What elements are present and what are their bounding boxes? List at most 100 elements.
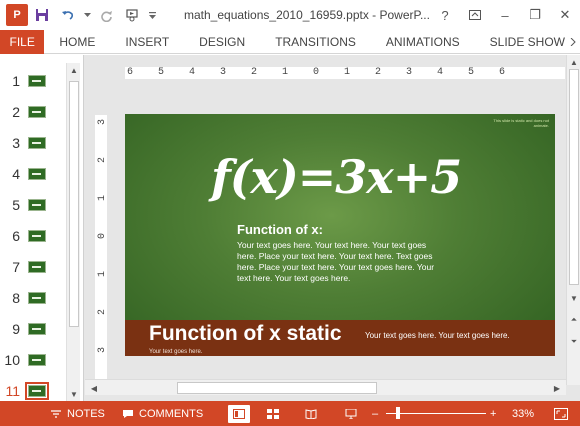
thumbnail-slide-1[interactable]: 1 — [0, 69, 64, 93]
thumbnail-slide-8[interactable]: 8 — [0, 286, 64, 310]
slide-show-view-icon[interactable] — [340, 405, 362, 423]
zoom-slider-handle[interactable] — [396, 407, 400, 419]
tab-transitions[interactable]: TRANSITIONS — [260, 30, 371, 54]
tab-design[interactable]: DESIGN — [184, 30, 260, 54]
notes-icon — [51, 409, 61, 418]
slide-subheading[interactable]: Function of x: — [237, 222, 323, 237]
zoom-in-button[interactable]: + — [490, 401, 496, 426]
thumbnail-slide-9[interactable]: 9 — [0, 317, 64, 341]
close-button[interactable]: ✕ — [550, 0, 580, 30]
zoom-slider[interactable] — [386, 413, 486, 414]
ribbon-tabs: FILE HOME INSERT DESIGN TRANSITIONS ANIM… — [0, 29, 580, 54]
main-area: 1 2 3 4 5 6 7 8 9 10 11 ▲ ▼ 6 5 4 3 2 1 … — [0, 55, 580, 401]
thumbnail-image — [28, 106, 46, 118]
undo-icon[interactable] — [56, 3, 80, 27]
ruler-tick: 6 — [127, 67, 134, 78]
thumbnail-slide-5[interactable]: 5 — [0, 193, 64, 217]
comments-label: COMMENTS — [139, 407, 204, 420]
notes-button[interactable]: NOTES — [50, 401, 105, 426]
tab-slide-show[interactable]: SLIDE SHOW — [475, 30, 580, 54]
thumbnail-image — [28, 323, 46, 335]
start-slideshow-icon[interactable] — [120, 3, 144, 27]
undo-dropdown-icon[interactable] — [82, 3, 92, 27]
thumbnail-number: 8 — [12, 290, 20, 306]
tab-animations[interactable]: ANIMATIONS — [371, 30, 475, 54]
thumbnail-number: 2 — [12, 104, 20, 120]
thumbnail-slide-10[interactable]: 10 — [0, 348, 64, 372]
thumbnail-number: 9 — [12, 321, 20, 337]
title-bar: P math_equations_2010_16959.pptx - Power… — [0, 0, 580, 30]
thumbnail-slide-2[interactable]: 2 — [0, 100, 64, 124]
scrollbar-thumb[interactable] — [69, 81, 79, 327]
thumbnail-image — [28, 292, 46, 304]
ruler-tick: 4 — [437, 67, 444, 78]
customize-qat-icon[interactable] — [146, 3, 158, 27]
reading-view-icon[interactable] — [300, 405, 322, 423]
scroll-up-icon[interactable]: ▲ — [67, 63, 81, 77]
tab-file[interactable]: FILE — [0, 29, 45, 54]
comments-button[interactable]: COMMENTS — [122, 401, 203, 426]
editor-horizontal-scrollbar[interactable]: ◀ ▶ — [85, 379, 566, 395]
restore-button[interactable]: ❐ — [520, 0, 550, 30]
ruler-tick: 2 — [251, 67, 258, 78]
help-button[interactable]: ? — [430, 0, 460, 30]
scroll-up-icon[interactable]: ▲ — [567, 55, 580, 69]
slide-sorter-icon[interactable] — [262, 405, 284, 423]
zoom-level[interactable]: 33% — [512, 401, 534, 426]
editor-vertical-scrollbar[interactable]: ▲ ▼ ⏶ ⏷ — [566, 55, 580, 385]
scroll-right-icon[interactable]: ▶ — [550, 381, 564, 395]
slide-band-small-text[interactable]: Your text goes here. — [149, 349, 202, 355]
redo-icon[interactable] — [94, 3, 118, 27]
ruler-tick: 1 — [344, 67, 351, 78]
ruler-tick: 4 — [189, 67, 196, 78]
next-slide-icon[interactable]: ⏷ — [567, 335, 580, 349]
thumbnail-slide-11[interactable]: 11 — [0, 379, 64, 403]
slide-band-text[interactable]: Your text goes here. Your text goes here… — [365, 331, 510, 340]
scrollbar-thumb[interactable] — [569, 69, 579, 285]
ruler-tick: 1 — [97, 271, 108, 278]
minimize-button[interactable]: – — [490, 0, 520, 30]
ribbon-display-options-icon[interactable] — [460, 0, 490, 30]
slide-equation[interactable]: f(x)=3x+5 — [211, 150, 462, 204]
slide-title-band: Function of x static Your text goes here… — [125, 320, 555, 356]
ribbon-scroll-right-icon[interactable] — [566, 30, 580, 54]
thumbnail-slide-7[interactable]: 7 — [0, 255, 64, 279]
ruler-tick: 6 — [499, 67, 506, 78]
ruler-tick: 2 — [97, 157, 108, 164]
scroll-down-icon[interactable]: ▼ — [67, 387, 81, 401]
thumbnail-image — [28, 168, 46, 180]
ruler-tick: 5 — [158, 67, 165, 78]
ruler-tick: 0 — [97, 233, 108, 240]
tab-home[interactable]: HOME — [44, 30, 110, 54]
scroll-down-icon[interactable]: ▼ — [567, 291, 580, 305]
thumbnail-slide-4[interactable]: 4 — [0, 162, 64, 186]
thumbnail-slide-3[interactable]: 3 — [0, 131, 64, 155]
zoom-out-button[interactable]: – — [372, 401, 378, 426]
scrollbar-thumb[interactable] — [177, 382, 377, 394]
normal-view-icon[interactable] — [228, 405, 250, 423]
thumbnail-scrollbar[interactable]: ▲ ▼ — [66, 63, 80, 401]
fit-slide-to-window-icon[interactable] — [550, 405, 572, 423]
thumbnail-image — [28, 261, 46, 273]
tab-insert[interactable]: INSERT — [110, 30, 184, 54]
slide-band-title[interactable]: Function of x static — [149, 322, 342, 346]
status-bar: NOTES COMMENTS – + 33% — [0, 401, 580, 426]
window-title: math_equations_2010_16959.pptx - PowerP.… — [184, 8, 430, 22]
save-icon[interactable] — [30, 3, 54, 27]
slide-canvas[interactable]: This slide is static and does not animat… — [125, 114, 555, 356]
slide-body-text[interactable]: Your text goes here. Your text here. You… — [237, 240, 443, 284]
thumbnail-number: 6 — [12, 228, 20, 244]
slide-corner-note[interactable]: This slide is static and does not animat… — [489, 118, 549, 128]
vertical-ruler: 3 2 1 0 1 2 3 — [95, 115, 108, 390]
ruler-tick: 0 — [313, 67, 320, 78]
quick-access-toolbar: P — [0, 0, 158, 30]
powerpoint-logo-icon: P — [6, 4, 28, 26]
thumbnail-slide-6[interactable]: 6 — [0, 224, 64, 248]
thumbnail-image — [28, 75, 46, 87]
thumbnail-number: 7 — [12, 259, 20, 275]
thumbnail-number: 1 — [12, 73, 20, 89]
window-controls: ? – ❐ ✕ — [430, 0, 580, 30]
scroll-left-icon[interactable]: ◀ — [87, 381, 101, 395]
previous-slide-icon[interactable]: ⏶ — [567, 313, 580, 327]
thumbnail-number: 11 — [5, 383, 20, 399]
